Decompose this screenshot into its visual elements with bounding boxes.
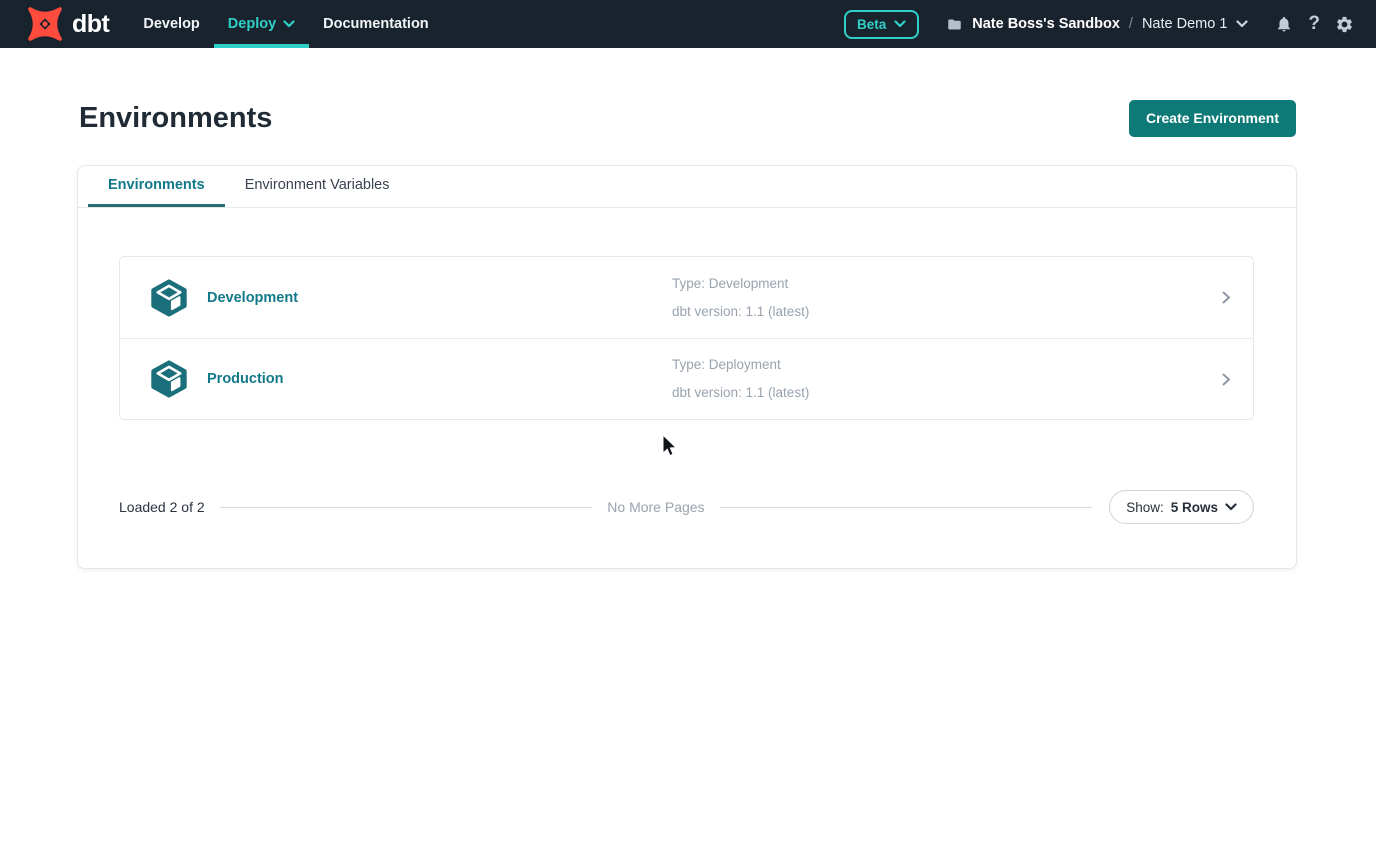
- show-rows-label: Show:: [1126, 500, 1164, 515]
- environment-row-production[interactable]: Production Type: Deployment dbt version:…: [120, 338, 1253, 419]
- top-navbar: dbt Develop Deploy Documentation Beta Na…: [0, 0, 1376, 48]
- chevron-right-icon: [1222, 373, 1231, 386]
- nav-item-documentation[interactable]: Documentation: [309, 0, 443, 48]
- pagination-divider: [220, 507, 593, 508]
- environments-card: Environments Environment Variables Devel…: [77, 165, 1297, 569]
- pagination-divider: [720, 507, 1093, 508]
- chevron-down-icon: [894, 20, 906, 28]
- dbt-logo-text: dbt: [72, 10, 109, 39]
- environment-type: Type: Development: [672, 270, 1222, 298]
- folder-icon: [946, 17, 963, 32]
- tab-bar: Environments Environment Variables: [78, 166, 1296, 208]
- no-more-pages-label: No More Pages: [607, 499, 704, 515]
- environment-name-link[interactable]: Production: [207, 371, 284, 387]
- chevron-down-icon: [1225, 503, 1237, 511]
- breadcrumb-project: Nate Demo 1: [1142, 16, 1227, 32]
- show-rows-dropdown[interactable]: Show: 5 Rows: [1109, 490, 1254, 524]
- environment-version: dbt version: 1.1 (latest): [672, 298, 1222, 326]
- environment-meta: Type: Deployment dbt version: 1.1 (lates…: [672, 351, 1222, 407]
- beta-label: Beta: [857, 17, 886, 32]
- page-header: Environments Create Environment: [79, 98, 1296, 138]
- breadcrumb-sandbox[interactable]: Nate Boss's Sandbox: [972, 16, 1120, 32]
- dbt-logo[interactable]: dbt: [25, 0, 109, 48]
- environment-row-development[interactable]: Development Type: Development dbt versio…: [120, 257, 1253, 338]
- beta-dropdown-button[interactable]: Beta: [844, 10, 919, 39]
- breadcrumb-separator: /: [1129, 16, 1133, 32]
- help-icon[interactable]: ?: [1308, 13, 1320, 35]
- tab-environments[interactable]: Environments: [88, 166, 225, 207]
- main-content: Environments Create Environment Environm…: [0, 98, 1376, 569]
- notifications-bell-icon[interactable]: [1275, 15, 1293, 33]
- chevron-down-icon: [1236, 20, 1248, 28]
- environment-cube-icon: [150, 279, 188, 317]
- create-environment-button[interactable]: Create Environment: [1129, 100, 1296, 137]
- environment-cube-icon: [150, 360, 188, 398]
- nav-item-deploy-label: Deploy: [228, 16, 276, 32]
- environment-meta: Type: Development dbt version: 1.1 (late…: [672, 270, 1222, 326]
- settings-gear-icon[interactable]: [1335, 15, 1354, 34]
- primary-nav: Develop Deploy Documentation: [129, 0, 442, 48]
- breadcrumb: Nate Boss's Sandbox / Nate Demo 1: [946, 16, 1248, 32]
- nav-item-deploy[interactable]: Deploy: [214, 0, 309, 48]
- tab-environment-variables[interactable]: Environment Variables: [225, 166, 410, 207]
- chevron-down-icon: [283, 20, 295, 28]
- dbt-logo-icon: [25, 4, 65, 44]
- chevron-right-icon: [1222, 291, 1231, 304]
- environment-list: Development Type: Development dbt versio…: [119, 256, 1254, 420]
- environment-name-link[interactable]: Development: [207, 290, 298, 306]
- nav-item-develop[interactable]: Develop: [129, 0, 213, 48]
- page-title: Environments: [79, 102, 272, 135]
- navbar-right-section: Beta Nate Boss's Sandbox / Nate Demo 1: [844, 0, 1376, 48]
- environment-row-left: Development: [150, 279, 672, 317]
- show-rows-value: 5 Rows: [1171, 500, 1218, 515]
- environment-version: dbt version: 1.1 (latest): [672, 379, 1222, 407]
- pagination-bar: Loaded 2 of 2 No More Pages Show: 5 Rows: [119, 490, 1254, 524]
- navbar-icon-group: ?: [1275, 13, 1354, 35]
- environment-row-left: Production: [150, 360, 672, 398]
- project-selector[interactable]: Nate Demo 1: [1142, 16, 1248, 32]
- environment-type: Type: Deployment: [672, 351, 1222, 379]
- loaded-count: Loaded 2 of 2: [119, 499, 205, 515]
